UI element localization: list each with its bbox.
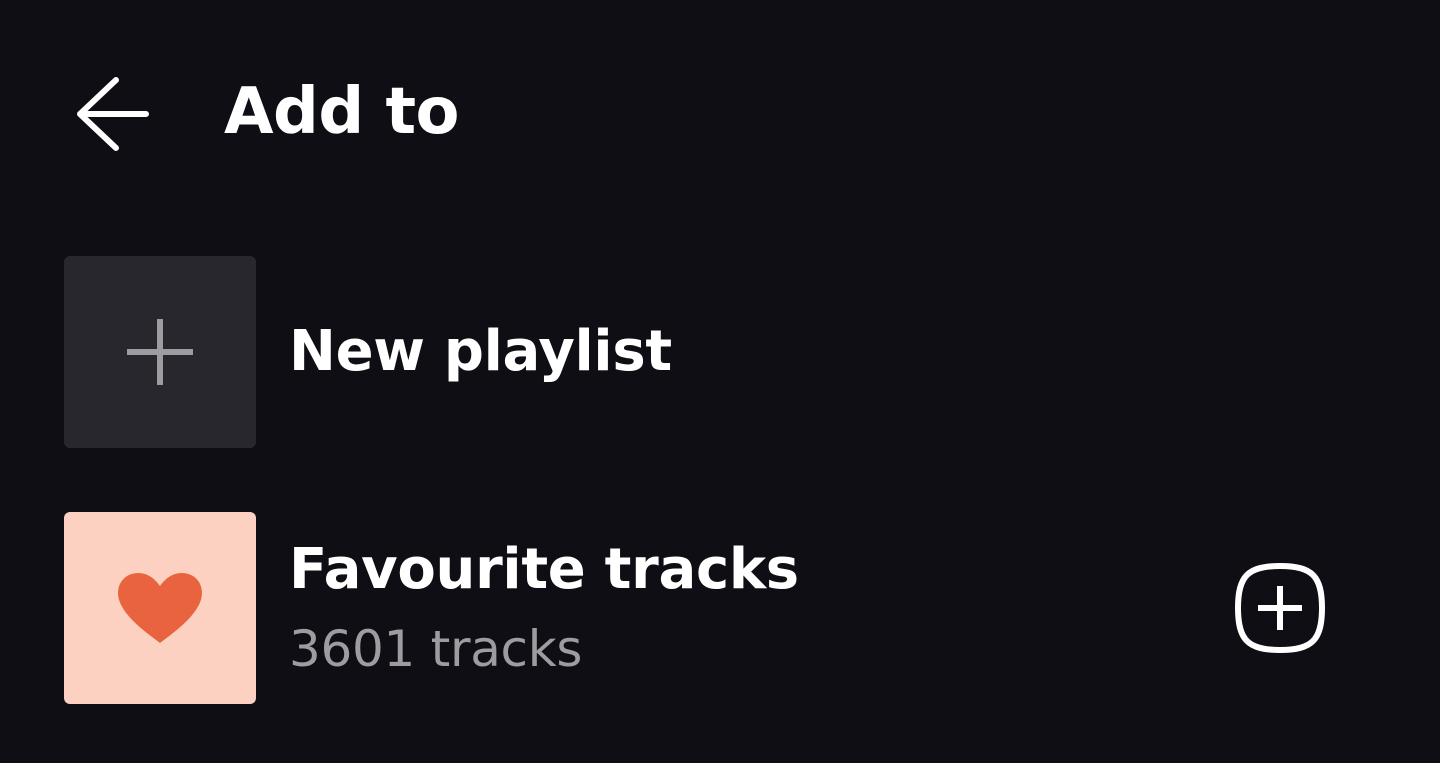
playlist-track-count: 3601 tracks xyxy=(289,620,583,678)
back-button[interactable] xyxy=(64,66,160,162)
playlist-cover xyxy=(64,512,256,704)
add-to-playlist-button[interactable] xyxy=(1228,556,1332,660)
add-to-screen: Add to New playlist Favourite tracks 360… xyxy=(0,0,1440,763)
arrow-left-icon xyxy=(77,77,149,151)
playlist-name: Favourite tracks xyxy=(289,537,799,602)
heart-icon xyxy=(118,573,202,643)
new-playlist-label: New playlist xyxy=(289,319,672,384)
page-title: Add to xyxy=(224,75,460,149)
playlist-item-favourite-tracks[interactable]: Favourite tracks 3601 tracks xyxy=(64,512,1376,704)
plus-icon xyxy=(127,319,193,385)
add-square-icon xyxy=(1234,562,1326,654)
new-playlist-thumbnail xyxy=(64,256,256,448)
new-playlist-item[interactable]: New playlist xyxy=(64,256,1376,448)
